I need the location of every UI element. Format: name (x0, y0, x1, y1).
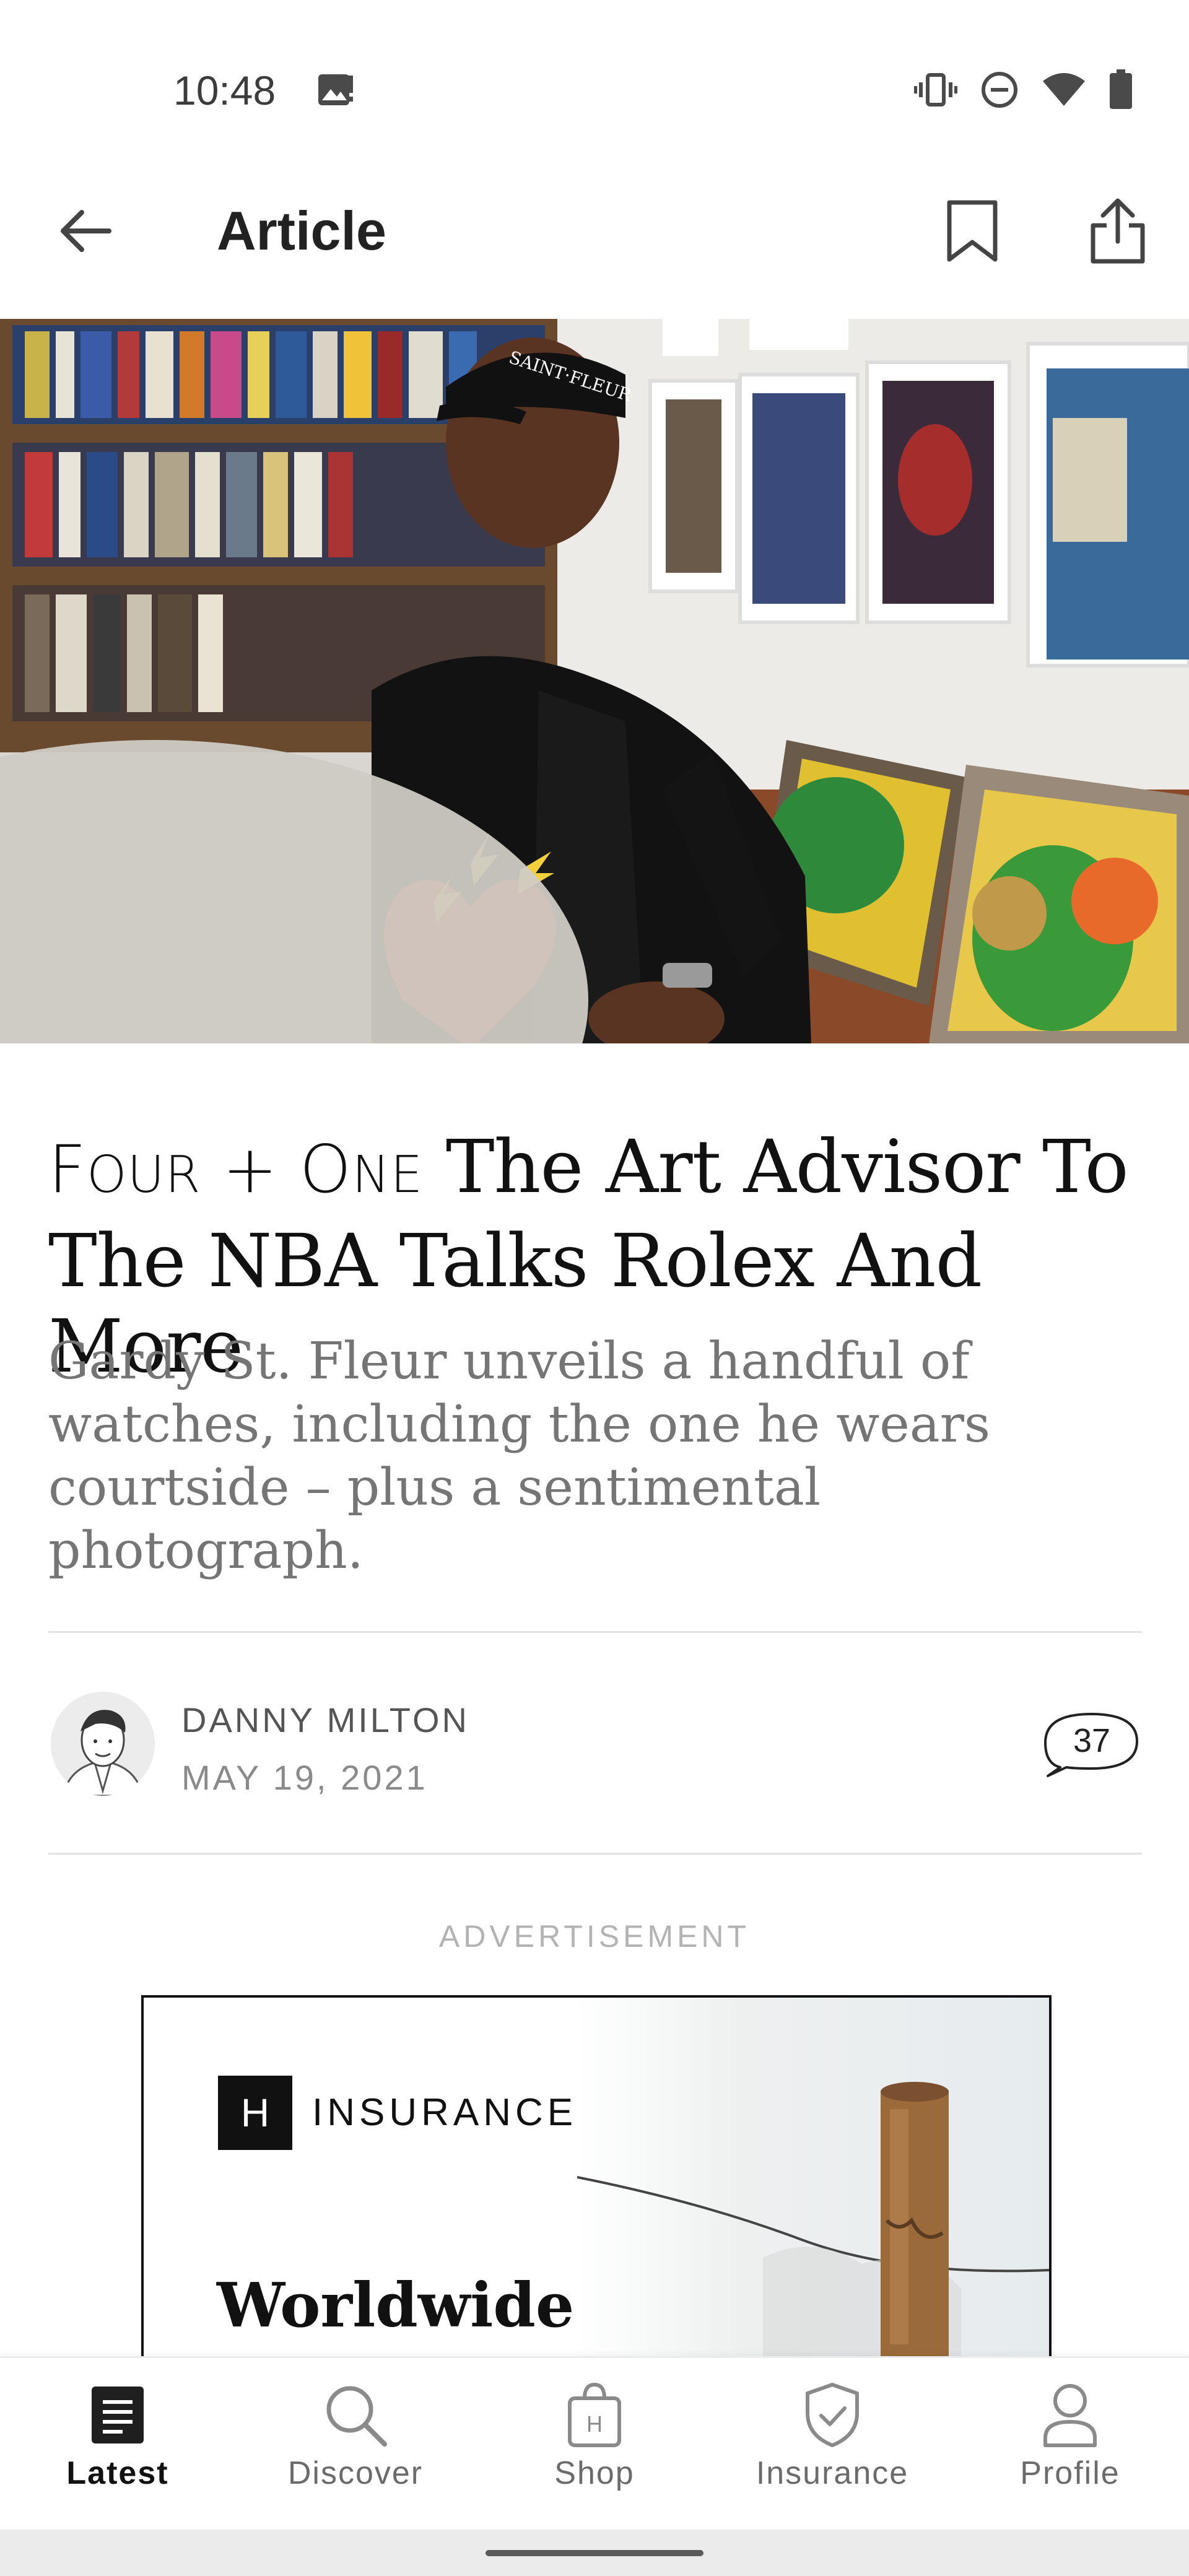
kicker-ne: NE (352, 1146, 424, 1204)
back-button[interactable] (51, 198, 119, 266)
share-button[interactable] (1081, 195, 1155, 269)
divider (48, 1853, 1142, 1855)
kicker-o: O (299, 1131, 352, 1208)
nav-profile[interactable]: Profile (977, 2378, 1163, 2502)
comments-count: 37 (1073, 1722, 1111, 1759)
nav-profile-label: Profile (1020, 2455, 1120, 2491)
back-arrow-icon (57, 206, 113, 259)
nav-discover-label: Discover (287, 2455, 424, 2491)
home-gesture-handle[interactable] (486, 2550, 703, 2556)
nav-discover[interactable]: Discover (263, 2378, 448, 2502)
shield-check-icon (739, 2378, 925, 2452)
nav-insurance[interactable]: Insurance (739, 2378, 925, 2502)
article-deck: Gardy St. Fleur unveils a handful of wat… (48, 1332, 991, 1580)
hero-image: SAINT·FLEUR (0, 319, 1189, 1043)
comment-bubble-icon (1042, 1713, 1141, 1785)
svg-text:H: H (586, 2411, 603, 2437)
status-icons (914, 69, 1133, 110)
wifi-icon (1042, 71, 1086, 108)
author-name[interactable]: DANNY MILTON (181, 1700, 469, 1740)
person-icon (977, 2378, 1163, 2452)
kicker-f: F (48, 1131, 87, 1208)
nav-latest-label: Latest (66, 2455, 169, 2491)
page-title: Article (217, 200, 386, 261)
latest-icon (25, 2378, 211, 2452)
search-icon (263, 2378, 448, 2452)
ad-headline: Worldwide (217, 2270, 575, 2341)
publish-date: MAY 19, 2021 (181, 1758, 428, 1797)
kicker-plus: + (201, 1131, 300, 1208)
nav-shop[interactable]: H Shop (502, 2378, 687, 2502)
kicker: FOUR + ONE (48, 1131, 423, 1208)
author-avatar[interactable] (51, 1692, 155, 1796)
vibrate-icon (914, 71, 957, 108)
advertisement-banner[interactable]: H INSURANCE Worldwide (141, 1995, 1052, 2365)
nav-insurance-label: Insurance (756, 2455, 909, 2491)
kicker-our: OUR (86, 1146, 201, 1204)
ad-brand: INSURANCE (312, 2091, 578, 2134)
ad-logo: H (218, 2076, 292, 2150)
shop-bag-icon: H (502, 2378, 687, 2452)
share-icon (1088, 197, 1148, 268)
image-notification-icon (317, 73, 354, 108)
nav-latest[interactable]: Latest (25, 2378, 211, 2502)
divider (48, 1631, 1142, 1633)
bookmark-button[interactable] (935, 195, 1009, 269)
nav-shop-label: Shop (554, 2455, 635, 2491)
ad-label: ADVERTISEMENT (438, 1919, 751, 1954)
bookmark-icon (944, 199, 1000, 266)
battery-icon (1108, 69, 1133, 110)
ad-illustration (577, 1998, 1049, 2363)
status-time: 10:48 (173, 67, 276, 113)
do-not-disturb-icon (980, 70, 1019, 110)
